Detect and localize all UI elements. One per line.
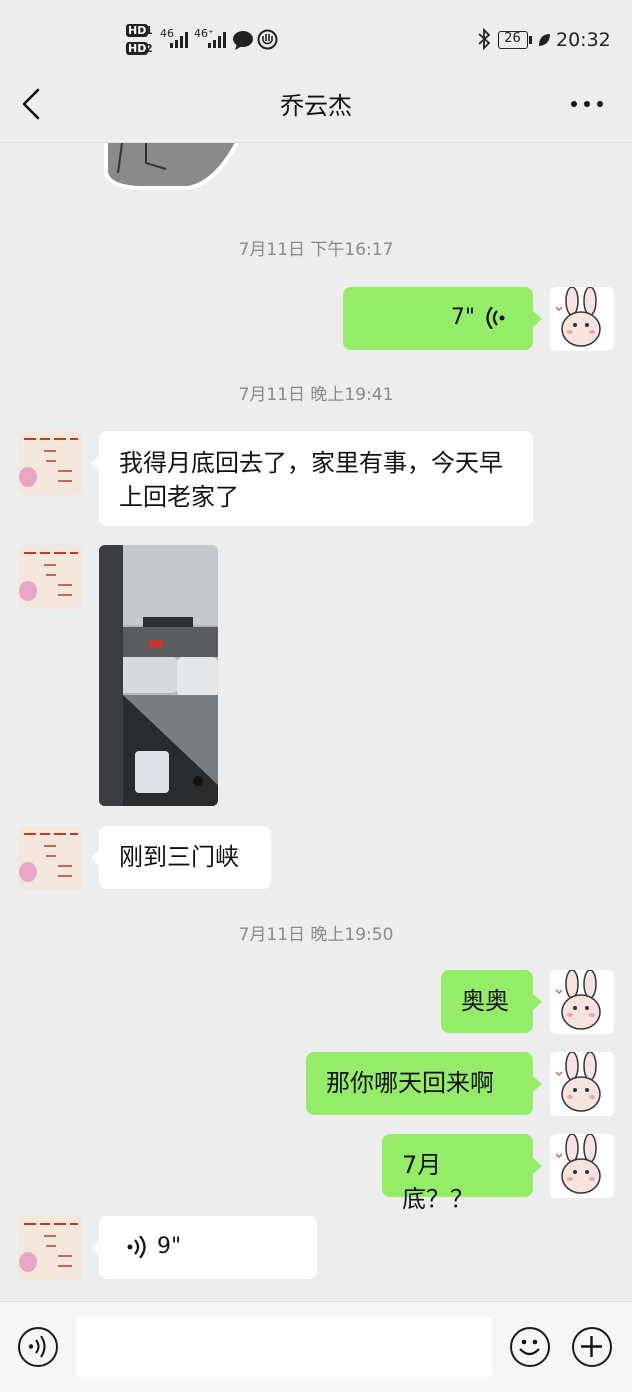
bubble-tail [533,994,542,1010]
contact-avatar[interactable] [18,431,82,495]
sent-voice-message[interactable]: 7" [343,287,533,350]
message-notification-icon [233,31,253,50]
message-text-input[interactable] [76,1317,492,1377]
app-notification-icon [257,29,278,50]
voice-duration: 9" [157,1234,182,1259]
bluetooth-icon [478,28,491,50]
rabbit-avatar-image [555,1052,601,1112]
battery-icon: 26 [498,31,528,49]
more-dots-icon[interactable] [570,100,604,108]
sent-text-message[interactable]: 那你哪天回来啊 [306,1052,533,1115]
timestamp: 7月11日 下午16:17 [238,240,394,260]
my-avatar[interactable] [550,1134,614,1198]
contact-avatar[interactable] [18,545,82,609]
rabbit-avatar-image [555,970,601,1030]
timestamp: 7月11日 晚上19:41 [238,385,394,405]
voice-wave-icon [486,307,505,329]
timestamp: 7月11日 晚上19:50 [238,925,394,945]
contact-avatar-image [18,1216,82,1280]
sim1-label: 1 [145,24,153,37]
sim2-label: 2 [145,42,153,55]
voice-wave-glyph [28,1335,46,1358]
sent-text-message[interactable]: 7月底？？ [382,1134,533,1213]
my-avatar[interactable] [550,1052,614,1116]
battery-tip [529,36,532,44]
rabbit-avatar-image [555,287,601,347]
battery-level: 26 [504,31,521,46]
sticker-partial-image[interactable] [100,143,250,199]
bubble-tail [533,311,542,327]
message-text: 那你哪天回来啊 [326,1069,494,1097]
voice-mode-icon[interactable] [18,1327,58,1367]
contact-avatar[interactable] [18,1216,82,1280]
page-title: 乔云杰 [280,92,352,120]
photo-image [99,545,218,806]
rabbit-avatar-image [555,1134,601,1194]
contact-avatar-image [18,431,82,495]
contact-avatar-image [18,826,82,890]
bubble-tail [533,1076,542,1092]
emoji-icon[interactable] [510,1327,550,1367]
message-text: 刚到三门峡 [119,843,239,871]
my-avatar[interactable] [550,287,614,351]
message-text: 奥奥 [461,987,509,1015]
contact-avatar-image [18,545,82,609]
sent-text-message[interactable]: 奥奥 [441,970,533,1033]
received-photo-message[interactable] [99,545,218,806]
status-bar: HD 1 HD 2 46 46⁺ 26 20:32 [0,0,632,80]
message-text: 我得月底回去了，家里有事，今天早上回老家了 [119,449,503,511]
smiley-glyph [519,1339,540,1356]
message-text: 7月底？？ [402,1151,474,1213]
contact-avatar[interactable] [18,826,82,890]
chat-message-list[interactable]: 7月11日 下午16:17 7" 7月11日 晚上19:41 我得月底回去了，家… [0,143,632,1301]
received-text-message[interactable]: 我得月底回去了，家里有事，今天早上回老家了 [99,431,533,526]
bubble-tail [533,1158,542,1174]
received-text-message[interactable]: 刚到三门峡 [99,826,271,889]
received-voice-message[interactable]: 9" [99,1216,317,1279]
power-saving-leaf-icon [539,34,550,46]
clock-time: 20:32 [556,29,611,51]
my-avatar[interactable] [550,970,614,1034]
signal-icon-2 [208,32,226,48]
voice-wave-icon [127,1236,146,1258]
plus-icon[interactable] [572,1327,612,1367]
plus-glyph [581,1336,602,1357]
signal-icon-1 [170,32,188,48]
voice-duration: 7" [450,305,475,330]
